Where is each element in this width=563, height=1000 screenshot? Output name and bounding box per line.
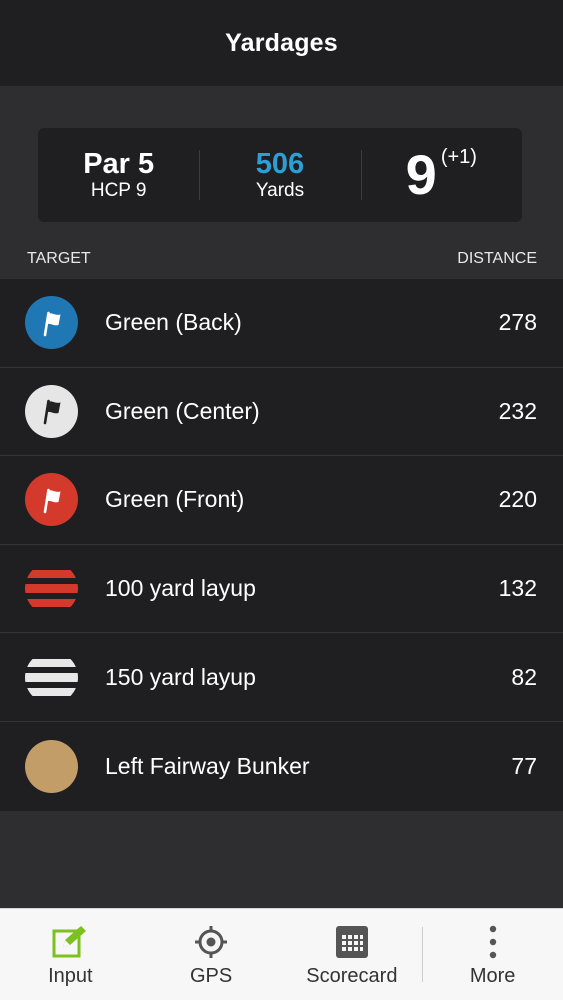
target-label: Green (Front) <box>105 486 245 513</box>
tab-gps[interactable]: GPS <box>141 909 282 1000</box>
par-section: Par 5 HCP 9 <box>38 128 199 222</box>
target-label: 150 yard layup <box>105 663 256 690</box>
yards-section: 506 Yards <box>199 128 360 222</box>
target-distance: 232 <box>498 397 537 424</box>
score-value: 9 <box>405 143 437 206</box>
edit-icon <box>52 926 87 958</box>
nav-header: Yardages <box>0 0 563 86</box>
more-vertical-icon <box>489 925 496 959</box>
hcp-value: HCP 9 <box>90 179 147 201</box>
target-label: Left Fairway Bunker <box>105 752 310 779</box>
target-label: 100 yard layup <box>105 575 256 602</box>
target-list: Green (Back) 278 Green (Center) 232 Gree… <box>0 279 563 811</box>
red-stripe-icon <box>25 562 78 616</box>
tab-scorecard-label: Scorecard <box>306 965 398 987</box>
tab-scorecard[interactable]: Scorecard <box>282 909 423 1000</box>
target-row-left-fairway-bunker[interactable]: Left Fairway Bunker 77 <box>0 722 563 811</box>
crosshair-icon <box>195 926 228 958</box>
target-distance: 132 <box>498 575 537 602</box>
target-row-green-back[interactable]: Green (Back) 278 <box>0 279 563 368</box>
target-column-header: TARGET <box>27 250 91 267</box>
bunker-icon <box>25 739 78 793</box>
score-diff: (+1) <box>440 146 477 168</box>
target-row-150-yard-layup[interactable]: 150 yard layup 82 <box>0 633 563 722</box>
par-value: Par 5 <box>83 147 155 180</box>
page-title: Yardages <box>225 28 338 57</box>
target-distance: 220 <box>498 486 537 513</box>
target-row-100-yard-layup[interactable]: 100 yard layup 132 <box>0 545 563 634</box>
flag-white-icon <box>25 384 78 438</box>
yards-value: 506 <box>255 147 305 180</box>
tab-input-label: Input <box>48 965 93 987</box>
tab-gps-label: GPS <box>190 965 233 987</box>
score-section[interactable]: 9 (+1) <box>360 128 522 222</box>
target-label: Green (Center) <box>105 397 260 424</box>
tab-more[interactable]: More <box>422 909 563 1000</box>
target-distance: 278 <box>498 309 537 336</box>
target-row-green-center[interactable]: Green (Center) 232 <box>0 368 563 457</box>
yards-label: Yards <box>255 179 305 201</box>
flag-red-icon <box>25 473 78 527</box>
list-header: TARGET DISTANCE <box>0 240 563 278</box>
tab-bar: Input GPS Scorecard More <box>0 908 563 1000</box>
target-distance: 77 <box>511 752 537 779</box>
target-distance: 82 <box>511 663 537 690</box>
target-label: Green (Back) <box>105 309 242 336</box>
white-stripe-icon <box>25 650 78 704</box>
hole-info-card: Par 5 HCP 9 506 Yards 9 (+1) <box>38 128 522 222</box>
tab-input[interactable]: Input <box>0 909 141 1000</box>
flag-blue-icon <box>25 296 78 350</box>
distance-column-header: DISTANCE <box>457 250 537 267</box>
tab-more-label: More <box>469 965 516 987</box>
target-row-green-front[interactable]: Green (Front) 220 <box>0 456 563 545</box>
tab-separator <box>422 927 424 982</box>
scorecard-grid-icon <box>335 926 368 958</box>
